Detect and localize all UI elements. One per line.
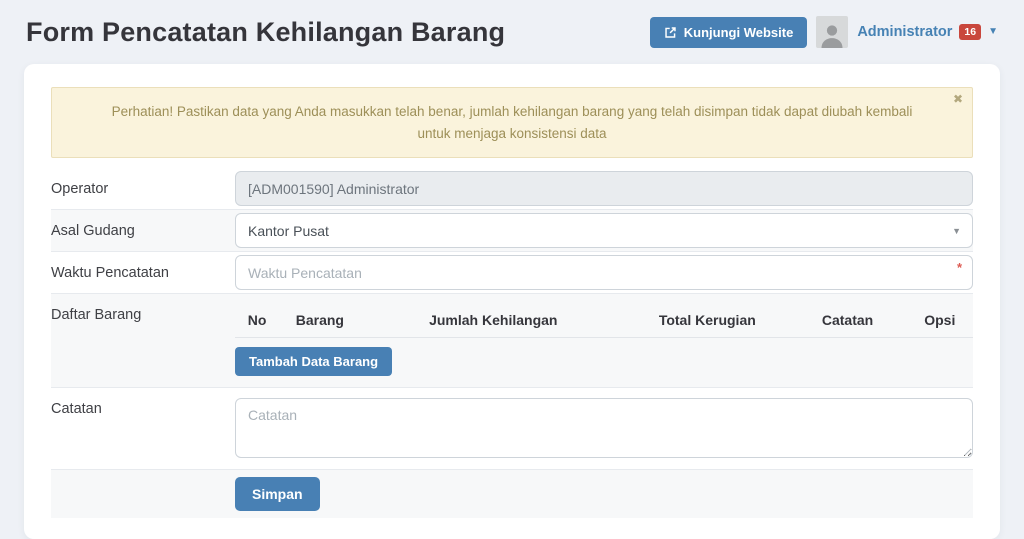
- form-card: ✖ Perhatian! Pastikan data yang Anda mas…: [24, 64, 1000, 539]
- row-catatan: Catatan: [51, 387, 973, 469]
- column-header-total-kerugian: Total Kerugian: [626, 302, 788, 338]
- visit-website-label: Kunjungi Website: [684, 25, 794, 40]
- person-icon: [818, 20, 846, 48]
- column-header-jumlah-kehilangan: Jumlah Kehilangan: [360, 302, 626, 338]
- column-header-opsi: Opsi: [907, 302, 973, 338]
- notification-badge: 16: [959, 24, 981, 41]
- column-header-catatan: Catatan: [788, 302, 906, 338]
- topbar-right: Kunjungi Website Administrator 16 ▼: [650, 16, 998, 48]
- row-asal-gudang: Asal Gudang Kantor Pusat ▼: [51, 209, 973, 251]
- chevron-down-icon: ▼: [988, 27, 998, 37]
- row-operator: Operator: [51, 168, 973, 209]
- daftar-barang-header-row: No Barang Jumlah Kehilangan Total Kerugi…: [235, 302, 973, 338]
- tambah-data-barang-button[interactable]: Tambah Data Barang: [235, 347, 392, 376]
- topbar: Form Pencatatan Kehilangan Barang Kunjun…: [0, 0, 1024, 64]
- page-title: Form Pencatatan Kehilangan Barang: [26, 17, 505, 48]
- column-header-barang: Barang: [279, 302, 360, 338]
- waktu-pencatatan-label: Waktu Pencatatan: [51, 252, 235, 281]
- warning-alert: ✖ Perhatian! Pastikan data yang Anda mas…: [51, 87, 973, 158]
- waktu-pencatatan-input[interactable]: [235, 255, 973, 290]
- row-daftar-barang: Daftar Barang No Barang Jumlah Kehilanga…: [51, 293, 973, 387]
- daftar-barang-label: Daftar Barang: [51, 294, 235, 323]
- column-header-no: No: [235, 302, 279, 338]
- simpan-button[interactable]: Simpan: [235, 477, 320, 511]
- asal-gudang-select[interactable]: Kantor Pusat: [235, 213, 973, 248]
- asal-gudang-label: Asal Gudang: [51, 210, 235, 239]
- catatan-label: Catatan: [51, 388, 235, 417]
- operator-label: Operator: [51, 168, 235, 197]
- visit-website-button[interactable]: Kunjungi Website: [650, 17, 808, 48]
- daftar-barang-table: No Barang Jumlah Kehilangan Total Kerugi…: [235, 302, 973, 338]
- operator-input[interactable]: [235, 171, 973, 206]
- row-waktu-pencatatan: Waktu Pencatatan *: [51, 251, 973, 293]
- alert-close-icon[interactable]: ✖: [953, 93, 963, 105]
- form-body: Operator Asal Gudang Kantor Pusat ▼ Wakt…: [51, 168, 973, 518]
- external-link-icon: [664, 26, 677, 39]
- alert-message: Perhatian! Pastikan data yang Anda masuk…: [112, 104, 913, 141]
- row-submit: Simpan: [51, 469, 973, 518]
- user-avatar[interactable]: [816, 16, 848, 48]
- user-name: Administrator: [857, 24, 952, 40]
- catatan-textarea[interactable]: [235, 398, 973, 458]
- user-menu-toggle[interactable]: Administrator 16 ▼: [857, 24, 998, 41]
